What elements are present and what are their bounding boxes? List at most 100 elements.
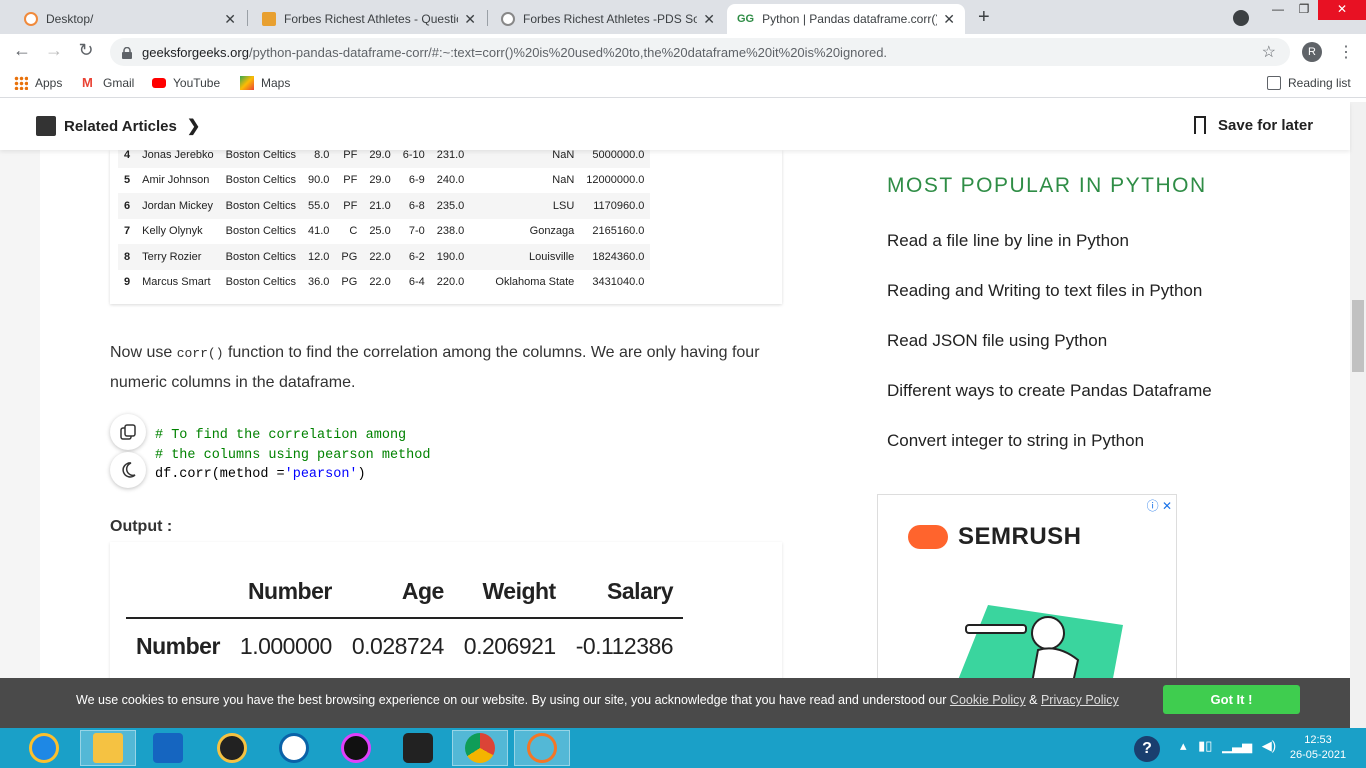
table-cell: Louisville <box>470 244 581 270</box>
close-window-icon[interactable]: ✕ <box>1318 0 1366 20</box>
scrollbar[interactable] <box>1350 102 1366 728</box>
hp-icon[interactable] <box>266 730 322 766</box>
table-cell: 238.0 <box>436 225 465 238</box>
para-text: Now use <box>110 344 177 361</box>
minimize-icon[interactable]: — <box>1268 0 1288 20</box>
table-cell: PF <box>343 174 358 187</box>
chevron-right-icon: ❯ <box>186 118 201 135</box>
save-for-later-button[interactable]: Save for later <box>1194 116 1313 134</box>
chevron-up-icon[interactable]: ▴ <box>1180 738 1187 753</box>
forward-arrow-icon[interactable]: → <box>42 40 66 61</box>
bookmark-maps[interactable]: Maps <box>240 76 290 90</box>
tab-desktop[interactable]: Desktop/ ✕ <box>14 4 246 34</box>
ad-brand: SEMRUSH <box>958 523 1082 550</box>
table-cell: 7 <box>124 225 131 238</box>
jupyter-icon[interactable] <box>514 730 570 766</box>
popular-item[interactable]: Read JSON file using Python <box>887 324 1212 374</box>
ad-info-close-icon[interactable]: ⓘ ✕ <box>1147 497 1172 514</box>
network-icon[interactable]: ▮▯ <box>1198 738 1212 753</box>
chrome-icon[interactable] <box>452 730 508 766</box>
bookmark-label: Apps <box>35 76 63 90</box>
new-tab-button[interactable]: + <box>978 6 990 29</box>
close-tab-icon[interactable]: ✕ <box>943 11 955 28</box>
volume-icon[interactable]: ◀) <box>1262 738 1276 753</box>
rocket-app-icon[interactable] <box>140 730 196 766</box>
system-tray[interactable]: ▴ ▮▯ ▁▃▅ ◀) <box>1180 738 1276 754</box>
ad-illustration-icon <box>958 605 1123 678</box>
clock-time: 12:53 <box>1304 734 1332 746</box>
tab-forbes-question[interactable]: Forbes Richest Athletes - Questio ✕ <box>252 4 486 34</box>
camera-app-icon[interactable] <box>390 730 446 766</box>
table-cell: 6-2 <box>396 244 431 270</box>
address-toolbar: ← → ↻ geeksforgeeks.org /python-pandas-d… <box>0 34 1366 70</box>
tab-favicon-icon <box>262 12 276 26</box>
semrush-logo: SEMRUSH <box>908 523 1082 551</box>
back-arrow-icon[interactable]: ← <box>10 40 34 61</box>
save-for-later-label: Save for later <box>1218 116 1314 134</box>
system-clock[interactable]: 12:53 26-05-2021 <box>1278 733 1358 763</box>
cookie-text: & <box>1025 693 1041 707</box>
tab-forbes-pds[interactable]: Forbes Richest Athletes -PDS Sol ✕ <box>491 4 725 34</box>
bookmark-apps[interactable]: Apps <box>14 76 62 90</box>
table-cell: 3431040.0 <box>592 276 645 289</box>
related-articles-button[interactable]: Related Articles ❯ <box>36 116 200 136</box>
table-cell: C <box>349 225 358 238</box>
tab-search-icon[interactable] <box>1233 10 1249 26</box>
tab-title: Forbes Richest Athletes -PDS Sol <box>523 12 698 26</box>
table-cell: 6-9 <box>408 174 425 187</box>
ad-banner[interactable]: ⓘ ✕ SEMRUSH <box>877 494 1177 678</box>
reading-list-button[interactable]: Reading list <box>1267 76 1351 90</box>
table-cell: 22.0 <box>369 276 391 289</box>
popular-item[interactable]: Convert integer to string in Python <box>887 424 1212 474</box>
ie-icon[interactable] <box>16 730 72 766</box>
address-bar[interactable]: geeksforgeeks.org /python-pandas-datafra… <box>110 38 1290 66</box>
signal-icon[interactable]: ▁▃▅ <box>1222 738 1252 753</box>
cookie-policy-link[interactable]: Cookie Policy <box>950 693 1026 707</box>
close-tab-icon[interactable]: ✕ <box>703 11 715 28</box>
restore-icon[interactable]: ❐ <box>1294 0 1314 20</box>
code-text: ) <box>357 467 366 482</box>
table-cell: 21.0 <box>363 193 397 219</box>
tab-pandas-corr[interactable]: GG Python | Pandas dataframe.corr() ✕ <box>727 4 965 34</box>
disc-app-icon[interactable] <box>328 730 384 766</box>
corner-header <box>126 566 230 619</box>
row-header: Number <box>136 633 220 659</box>
bookmark-youtube[interactable]: YouTube <box>152 76 220 90</box>
dark-mode-moon-icon[interactable] <box>110 452 146 488</box>
close-tab-icon[interactable]: ✕ <box>464 11 476 28</box>
file-explorer-icon[interactable] <box>80 730 136 766</box>
table-cell: 0.206921 <box>463 633 556 659</box>
popular-item[interactable]: Read a file line by line in Python <box>887 224 1212 274</box>
bookmark-icon <box>1194 116 1206 134</box>
reading-list-icon <box>1267 76 1281 90</box>
column-header: Number <box>229 566 342 619</box>
table-cell: 29.0 <box>363 150 397 168</box>
table-cell: 6-10 <box>396 150 431 168</box>
cookie-message: We use cookies to ensure you have the be… <box>76 693 1119 707</box>
table-cell: 9 <box>124 276 131 289</box>
got-it-button[interactable]: Got It ! <box>1163 685 1300 714</box>
menu-kebab-icon[interactable]: ⋮ <box>1338 42 1354 62</box>
code-lines: # To find the correlation among # the co… <box>155 426 430 485</box>
clock-date: 26-05-2021 <box>1289 749 1347 761</box>
popular-item[interactable]: Different ways to create Pandas Datafram… <box>887 374 1212 424</box>
cookie-text: We use cookies to ensure you have the be… <box>76 693 950 707</box>
table-cell: 7-0 <box>408 225 425 238</box>
table-cell: Terry Rozier <box>136 244 220 270</box>
table-cell: 1170960.0 <box>580 193 651 219</box>
article-paragraph: Now use corr() function to find the corr… <box>110 338 790 397</box>
popular-item[interactable]: Reading and Writing to text files in Pyt… <box>887 274 1212 324</box>
code-comment: # To find the correlation among <box>155 428 407 443</box>
tab-strip: Desktop/ ✕ Forbes Richest Athletes - Que… <box>0 0 1366 34</box>
table-cell: 220.0 <box>436 276 465 289</box>
privacy-policy-link[interactable]: Privacy Policy <box>1041 693 1119 707</box>
bookmark-gmail[interactable]: M Gmail <box>82 76 134 91</box>
profile-avatar[interactable]: R <box>1302 42 1322 62</box>
bookmark-star-icon[interactable]: ☆ <box>1262 42 1276 62</box>
copy-icon[interactable] <box>110 414 146 450</box>
reload-icon[interactable]: ↻ <box>74 40 98 61</box>
help-icon[interactable]: ? <box>1134 736 1160 762</box>
scrollbar-thumb[interactable] <box>1352 300 1364 372</box>
media-app-icon[interactable] <box>204 730 260 766</box>
close-tab-icon[interactable]: ✕ <box>224 11 236 28</box>
